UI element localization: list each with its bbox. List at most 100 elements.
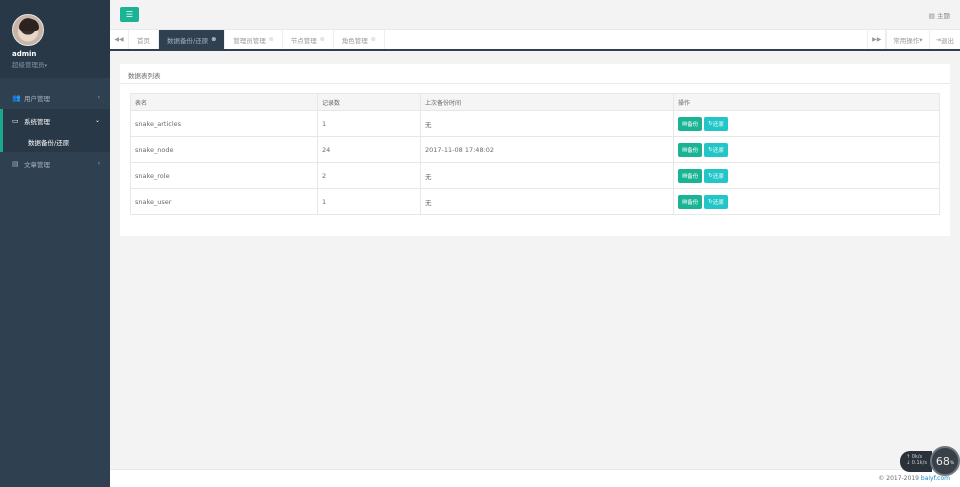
logout-button[interactable]: ⇥ 退出	[928, 30, 960, 49]
theme-label: 主题	[937, 12, 950, 20]
tab-node[interactable]: 节点管理 ⊗	[283, 30, 334, 49]
desktop-icon: ▭	[12, 116, 19, 125]
profile-role-dropdown[interactable]: 超级管理员▾	[12, 59, 110, 69]
gauge-value: 68	[935, 454, 950, 468]
cell-name: snake_node	[130, 136, 318, 163]
restore-button[interactable]: ↻ 还原	[704, 194, 728, 209]
menu-toggle-button[interactable]: ☰	[120, 7, 139, 22]
restore-label: 还原	[712, 147, 724, 154]
chevron-left-icon: ‹	[97, 94, 100, 101]
tab-home[interactable]: 首页	[129, 30, 159, 49]
close-icon[interactable]: ⊗	[371, 36, 376, 43]
hamburger-icon: ☰	[125, 10, 134, 19]
backward-icon: ◀◀	[114, 36, 124, 43]
tab-label: 数据备份/还原	[167, 36, 209, 45]
tab-backup-restore[interactable]: 数据备份/还原 ⊗	[159, 30, 226, 49]
backup-button[interactable]: ▤ 备份	[678, 194, 703, 209]
cell-last-backup: 无	[420, 188, 674, 215]
users-icon: 👥	[12, 93, 21, 102]
tab-label: 节点管理	[290, 36, 317, 45]
common-ops-label: 常用操作	[893, 36, 920, 45]
cell-name: snake_user	[130, 188, 318, 215]
restore-button[interactable]: ↻ 还原	[704, 142, 728, 157]
column-header: 表名	[130, 93, 318, 111]
backup-label: 备份	[687, 147, 699, 154]
footer-text: © 2017-2019 baiyf.com	[878, 475, 950, 482]
cell-name: snake_role	[130, 162, 318, 189]
cell-name: snake_articles	[130, 110, 318, 137]
logout-label: 退出	[941, 36, 954, 45]
tab-label: 角色管理	[341, 36, 368, 45]
close-icon[interactable]: ⊗	[320, 36, 325, 43]
book-icon: ▤	[12, 159, 19, 168]
tab-label: 首页	[137, 36, 150, 45]
avatar[interactable]	[12, 14, 44, 46]
restore-label: 还原	[712, 173, 724, 180]
backup-label: 备份	[687, 173, 699, 180]
table-panel: 数据表列表 表名 记录数 上次备份时间 操作 snake_articles 1 …	[120, 64, 950, 236]
sidebar-item-system[interactable]: ▭ 系统管理 ⌄	[0, 109, 110, 132]
sidebar-item-label: 用户管理	[24, 94, 50, 103]
backup-button[interactable]: ▤ 备份	[678, 116, 703, 131]
forward-icon: ▶▶	[872, 36, 882, 43]
cell-actions: ▤ 备份 ↻ 还原	[673, 188, 940, 215]
net-speed-widget[interactable]: ↑ 0k/s ↓ 0.1k/s	[900, 451, 932, 472]
caret-down-icon: ▾	[919, 35, 923, 44]
profile-name: admin	[12, 50, 37, 58]
restore-label: 还原	[712, 199, 724, 206]
sidebar-item-label: 系统管理	[24, 117, 50, 126]
column-header: 上次备份时间	[420, 93, 674, 111]
column-header: 操作	[673, 93, 940, 111]
sidebar-nav: 👥 用户管理 ‹ ▭ 系统管理 ⌄ 数据备份/还原 ▤ 文章管理 ‹	[0, 86, 110, 175]
close-icon[interactable]: ⊗	[269, 36, 274, 43]
common-ops-dropdown[interactable]: 常用操作 ▾	[886, 30, 928, 49]
caret-down-icon: ▾	[44, 63, 48, 69]
tabs-scroll-left-button[interactable]: ◀◀	[110, 30, 129, 49]
tabs-scroll-right-button[interactable]: ▶▶	[867, 30, 887, 49]
cell-last-backup: 2017-11-08 17:48:02	[420, 136, 674, 163]
cell-count: 1	[317, 188, 421, 215]
cell-actions: ▤ 备份 ↻ 还原	[673, 110, 940, 137]
download-speed: ↓ 0.1k/s	[906, 460, 927, 466]
sidebar-item-label: 文章管理	[24, 160, 50, 169]
table-row: snake_user 1 无 ▤ 备份 ↻ 还原	[130, 188, 940, 215]
restore-button[interactable]: ↻ 还原	[704, 168, 728, 183]
sidebar: admin 超级管理员▾ 👥 用户管理 ‹ ▭ 系统管理 ⌄ 数据备份/还原 ▤…	[0, 0, 110, 487]
cell-actions: ▤ 备份 ↻ 还原	[673, 136, 940, 163]
backup-button[interactable]: ▤ 备份	[678, 168, 703, 183]
download-value: 0.1k/s	[911, 460, 927, 466]
column-header: 记录数	[317, 93, 421, 111]
theme-icon: ▤	[928, 12, 937, 20]
table-header-row: 表名 记录数 上次备份时间 操作	[130, 93, 940, 111]
tab-label: 管理员管理	[233, 36, 266, 45]
gauge-unit: %	[949, 461, 955, 466]
data-table: 表名 记录数 上次备份时间 操作 snake_articles 1 无 ▤ 备份…	[130, 93, 940, 215]
restore-button[interactable]: ↻ 还原	[704, 116, 728, 131]
cell-last-backup: 无	[420, 110, 674, 137]
sidebar-item-articles[interactable]: ▤ 文章管理 ‹	[0, 152, 110, 175]
copyright: © 2017-2019	[878, 475, 919, 482]
backup-button[interactable]: ▤ 备份	[678, 142, 703, 157]
sidebar-subitem-backup[interactable]: 数据备份/还原	[0, 132, 110, 152]
topbar: ☰ ▤ 主题	[110, 0, 960, 30]
cell-count: 2	[317, 162, 421, 189]
close-icon[interactable]: ⊗	[211, 36, 216, 43]
tab-bar: ◀◀ 首页 数据备份/还原 ⊗ 管理员管理 ⊗ 节点管理 ⊗ 角色管理 ⊗ ▶▶ 常用操…	[110, 30, 960, 51]
cell-actions: ▤ 备份 ↻ 还原	[673, 162, 940, 189]
tab-role[interactable]: 角色管理 ⊗	[334, 30, 385, 49]
panel-title: 数据表列表	[120, 64, 950, 84]
profile-area: admin 超级管理员▾	[0, 0, 110, 78]
sidebar-item-users[interactable]: 👥 用户管理 ‹	[0, 86, 110, 109]
table-row: snake_node 24 2017-11-08 17:48:02 ▤ 备份 ↻ …	[130, 136, 940, 163]
usage-gauge[interactable]: 68%	[930, 446, 960, 476]
tab-admin[interactable]: 管理员管理 ⊗	[225, 30, 283, 49]
table-row: snake_role 2 无 ▤ 备份 ↻ 还原	[130, 162, 940, 189]
chevron-left-icon: ‹	[97, 160, 100, 167]
footer-site-link[interactable]: baiyf.com	[921, 475, 950, 482]
backup-label: 备份	[687, 121, 699, 128]
profile-role-label: 超级管理员	[12, 61, 45, 69]
restore-label: 还原	[712, 121, 724, 128]
backup-label: 备份	[687, 199, 699, 206]
cell-last-backup: 无	[420, 162, 674, 189]
theme-link[interactable]: ▤ 主题	[929, 10, 950, 20]
